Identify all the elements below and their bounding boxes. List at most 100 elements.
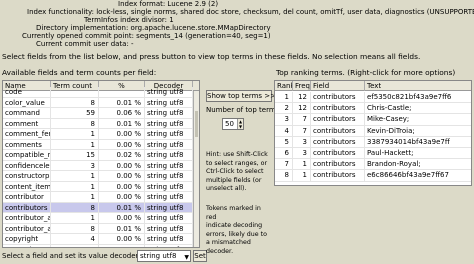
term-row[interactable]: 2 12 contributors Chris-Castle; (275, 103, 471, 115)
hint-line: to select ranges, or (206, 159, 268, 167)
terminfos-divisor-text: TermInfos index divisor: 1 (84, 16, 174, 24)
field-row[interactable]: confidencelev 3 0.00 % string utf8 (3, 160, 199, 171)
num-top-terms-label: Number of top terms: (206, 106, 282, 114)
percent-cell: 0.02 % (99, 150, 145, 160)
field-row[interactable]: constructorpa 1 0.00 % string utf8 (3, 171, 199, 182)
decoder-cell: string utf8 (145, 129, 193, 139)
percent-cell: 0.01 % (99, 202, 145, 213)
decoder-selected-value: string utf8 (140, 252, 177, 260)
term-field-cell: contributors (311, 103, 365, 115)
field-row[interactable]: comment 8 0.01 % string utf8 (3, 118, 199, 129)
field-name-cell: command (3, 108, 51, 118)
fields-panel-title: Available fields and term counts per fie… (2, 68, 157, 77)
term-count-cell: 1 (51, 129, 99, 139)
spinner-down-icon[interactable]: ▼ (237, 124, 243, 129)
term-row[interactable]: 1 12 contributors ef5350c821bf43a9e7ff6 (275, 92, 471, 104)
rank-cell: 5 (275, 136, 293, 148)
field-name-cell: contributor_ac (5, 213, 51, 223)
decoder-cell: string utf8 (145, 171, 193, 181)
term-field-cell: contributors (311, 170, 365, 182)
fields-table-scroll-thumb[interactable] (195, 111, 198, 137)
field-row[interactable]: content_item 1 0.00 % string utf8 (3, 181, 199, 192)
num-top-terms-spinner[interactable]: 50 ▲ ▼ (222, 118, 244, 130)
field-row[interactable]: code string utf8 (3, 87, 199, 98)
top-terms-table[interactable]: Rank Freq Field Text 1 12 contributors ef53… (274, 80, 472, 186)
freq-cell: 1 (293, 170, 311, 182)
percent-cell: 0.00 % (99, 160, 145, 171)
field-row[interactable]: contributor_ac 8 0.01 % string utf8 (3, 223, 199, 234)
field-row[interactable]: copyright 4 0.00 % string utf8 (3, 234, 199, 245)
field-row[interactable]: comments 1 0.00 % string utf8 (3, 139, 199, 150)
fields-table-scrollbar[interactable] (193, 91, 199, 247)
decoder-cell: string utf8 (145, 192, 193, 202)
field-row[interactable]: comment_fer 1 0.00 % string utf8 (3, 129, 199, 140)
rank-cell: 7 (275, 159, 293, 171)
hint-line: Hint: use Shift-Click (206, 151, 268, 158)
term-count-cell: 1 (51, 244, 99, 247)
multi-select-hint: Hint: use Shift-Click to select ranges, o… (206, 151, 268, 194)
term-field-cell: contributors (311, 114, 365, 126)
percent-cell: 0.00 % (99, 139, 145, 150)
field-row[interactable]: color_value 8 0.01 % string utf8 (3, 97, 199, 108)
hint-line: Ctrl-Click to select (206, 168, 264, 175)
term-count-cell: 8 (51, 202, 99, 213)
field-name-cell: contributor (3, 192, 51, 202)
column-header-rank[interactable]: Rank (275, 81, 293, 91)
freq-cell: 1 (293, 159, 311, 171)
field-row[interactable]: contributors 8 0.01 % string utf8 (3, 202, 199, 213)
freq-cell: 12 (293, 103, 311, 115)
decoder-cell: string utf8 (145, 213, 193, 223)
token-note-line: a mismatched decoder. (206, 239, 251, 255)
show-top-terms-button[interactable]: Show top terms >> (206, 90, 276, 102)
term-text-cell: e6c86646bf43a9e7ff67 (365, 170, 471, 181)
term-text-cell: 3387934014bf43a9e7ff (365, 137, 471, 148)
decoder-select[interactable]: string utf8 ▼ (137, 250, 191, 262)
term-row[interactable]: 8 1 contributors e6c86646bf43a9e7ff67 (275, 170, 471, 182)
terms-table-header: Rank Freq Field Text (275, 81, 471, 91)
percent-cell: 0.01 % (99, 97, 145, 108)
term-count-cell: 1 (51, 181, 99, 192)
term-count-cell: 1 (51, 171, 99, 181)
decoder-cell: string utf8 (145, 234, 193, 244)
fields-table[interactable]: Name Term count % Decoder code string utf… (2, 80, 200, 248)
term-row[interactable]: 6 3 contributors Paul-Hackett; (275, 148, 471, 160)
decoder-cell: string utf8 (145, 108, 193, 118)
percent-cell: 0.06 % (99, 108, 145, 118)
term-text-cell: Chris-Castle; (365, 103, 471, 114)
term-text-cell: Paul-Hackett; (365, 148, 471, 159)
field-row[interactable]: compatible_r 15 0.02 % string utf8 (3, 150, 199, 161)
decoder-cell: string utf8 (145, 97, 193, 108)
field-row[interactable]: contributor_ac 1 0.00 % string utf8 (3, 213, 199, 224)
terms-panel-title: Top ranking terms. (Right-click for more… (276, 68, 456, 77)
rank-cell: 6 (275, 148, 293, 159)
term-count-cell: 59 (51, 108, 99, 118)
term-field-cell: contributors (311, 148, 365, 159)
column-header-freq[interactable]: Freq (293, 81, 311, 91)
set-decoder-button[interactable]: Set (193, 250, 207, 262)
freq-cell: 7 (293, 114, 311, 126)
rank-cell: 3 (275, 114, 293, 126)
field-name-cell: color_value (3, 97, 51, 108)
commit-point-text: Currently opened commit point: segments_… (22, 32, 271, 40)
rank-cell: 4 (275, 125, 293, 137)
term-row[interactable]: 7 1 contributors Brandon-Royal; (275, 159, 471, 171)
percent-cell: 0.00 % (99, 213, 145, 223)
term-count-cell: 4 (51, 234, 99, 244)
decoding-errors-note: Tokens marked in red indicate decoding err… (206, 205, 268, 256)
hint-line: unselect all). (206, 185, 247, 192)
field-name-cell: comment (3, 118, 51, 129)
field-row[interactable]: correction10.00 %string utf8 (3, 244, 199, 247)
field-row[interactable]: contributor 1 0.00 % string utf8 (3, 192, 199, 203)
field-row[interactable]: command 59 0.06 % string utf8 (3, 108, 199, 119)
term-row[interactable]: 5 3 contributors 3387934014bf43a9e7ff (275, 136, 471, 148)
term-count-cell (51, 87, 99, 97)
index-format-text: Index format: Lucene 2.9 (2) (118, 0, 219, 8)
decoder-cell: string utf8 (145, 244, 193, 247)
term-count-cell: 8 (51, 118, 99, 129)
field-name-cell: contributor_ac (5, 223, 51, 234)
column-header-text[interactable]: Text (365, 81, 471, 91)
column-header-field[interactable]: Field (311, 81, 365, 91)
term-row[interactable]: 3 7 contributors Mike-Casey; (275, 114, 471, 126)
field-name-cell: contributors (3, 202, 51, 213)
term-row[interactable]: 4 7 contributors Kevin-DiTroia; (275, 125, 471, 137)
